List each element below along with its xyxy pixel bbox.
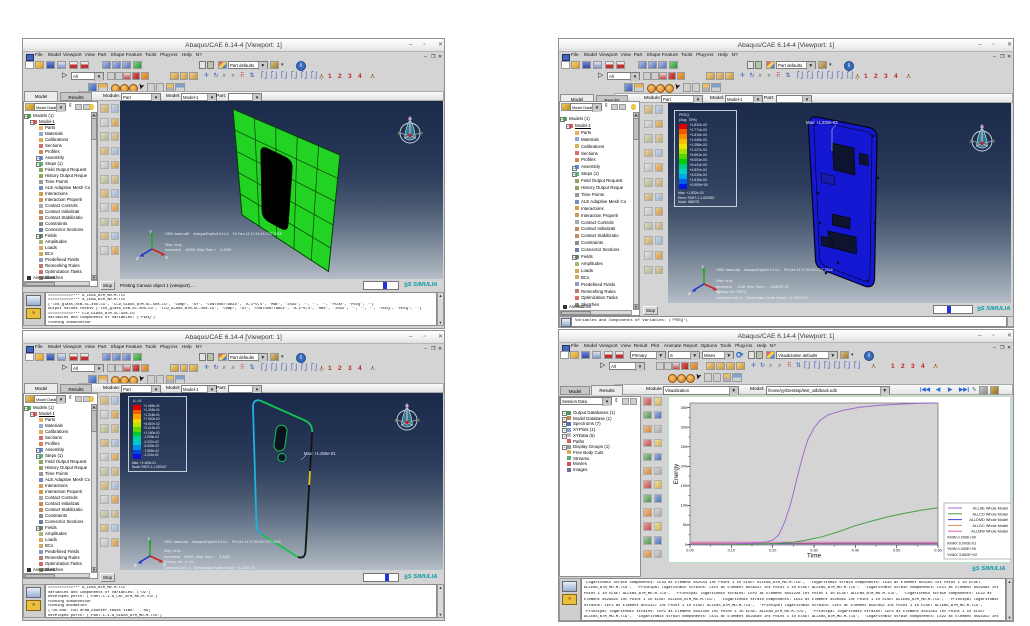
svg-text:Y: Y [981, 124, 984, 127]
svg-text:ALLCD Whole Model: ALLCD Whole Model [973, 512, 1009, 516]
svg-text:0.60: 0.60 [934, 549, 941, 553]
svg-text:ALLAE Whole Model: ALLAE Whole Model [973, 507, 1008, 511]
svg-text:350.: 350. [681, 406, 688, 410]
svg-text:Y: Y [149, 230, 152, 235]
svg-text:0.: 0. [685, 543, 688, 547]
svg-text:250.: 250. [681, 445, 688, 449]
svg-text:Max: +1.250e-01: Max: +1.250e-01 [304, 451, 336, 456]
svg-text:Y: Y [406, 403, 409, 406]
svg-text:X: X [993, 140, 996, 144]
svg-text:Y: Y [409, 116, 412, 119]
svg-text:Energy: Energy [673, 463, 680, 484]
svg-text:XMIN 0.000E+00: XMIN 0.000E+00 [947, 536, 976, 540]
svg-text:0.40: 0.40 [852, 549, 859, 553]
svg-text:0.10: 0.10 [728, 549, 735, 553]
svg-text:Y: Y [147, 537, 150, 542]
svg-text:150.: 150. [681, 484, 688, 488]
svg-text:200.: 200. [681, 465, 688, 469]
svg-text:100.: 100. [681, 504, 688, 508]
svg-text:Z: Z [688, 291, 691, 296]
svg-text:X: X [165, 255, 168, 260]
svg-text:Time: Time [807, 553, 822, 560]
svg-text:X: X [418, 419, 421, 423]
svg-text:X: X [421, 132, 424, 136]
svg-text:YMAX 3.860E+02: YMAX 3.860E+02 [947, 553, 977, 557]
svg-text:0.00: 0.00 [686, 549, 693, 553]
svg-text:Max: +1.832e-03: Max: +1.832e-03 [806, 120, 838, 125]
svg-text:50.: 50. [683, 523, 688, 527]
svg-text:0.50: 0.50 [893, 549, 900, 553]
svg-text:YMIN 0.000E+00: YMIN 0.000E+00 [947, 547, 976, 551]
svg-text:0.20: 0.20 [769, 549, 776, 553]
svg-text:Z: Z [136, 256, 139, 261]
svg-text:ALLDC Whole Model: ALLDC Whole Model [973, 524, 1009, 528]
svg-text:ALLMW Whole Model: ALLMW Whole Model [971, 530, 1008, 534]
svg-text:300.: 300. [681, 426, 688, 430]
svg-text:Y: Y [701, 265, 704, 270]
svg-text:XMAX 6.000E-01: XMAX 6.000E-01 [947, 541, 976, 545]
svg-text:ALLDMD Whole Model: ALLDMD Whole Model [969, 518, 1008, 522]
svg-text:Z: Z [134, 563, 137, 568]
